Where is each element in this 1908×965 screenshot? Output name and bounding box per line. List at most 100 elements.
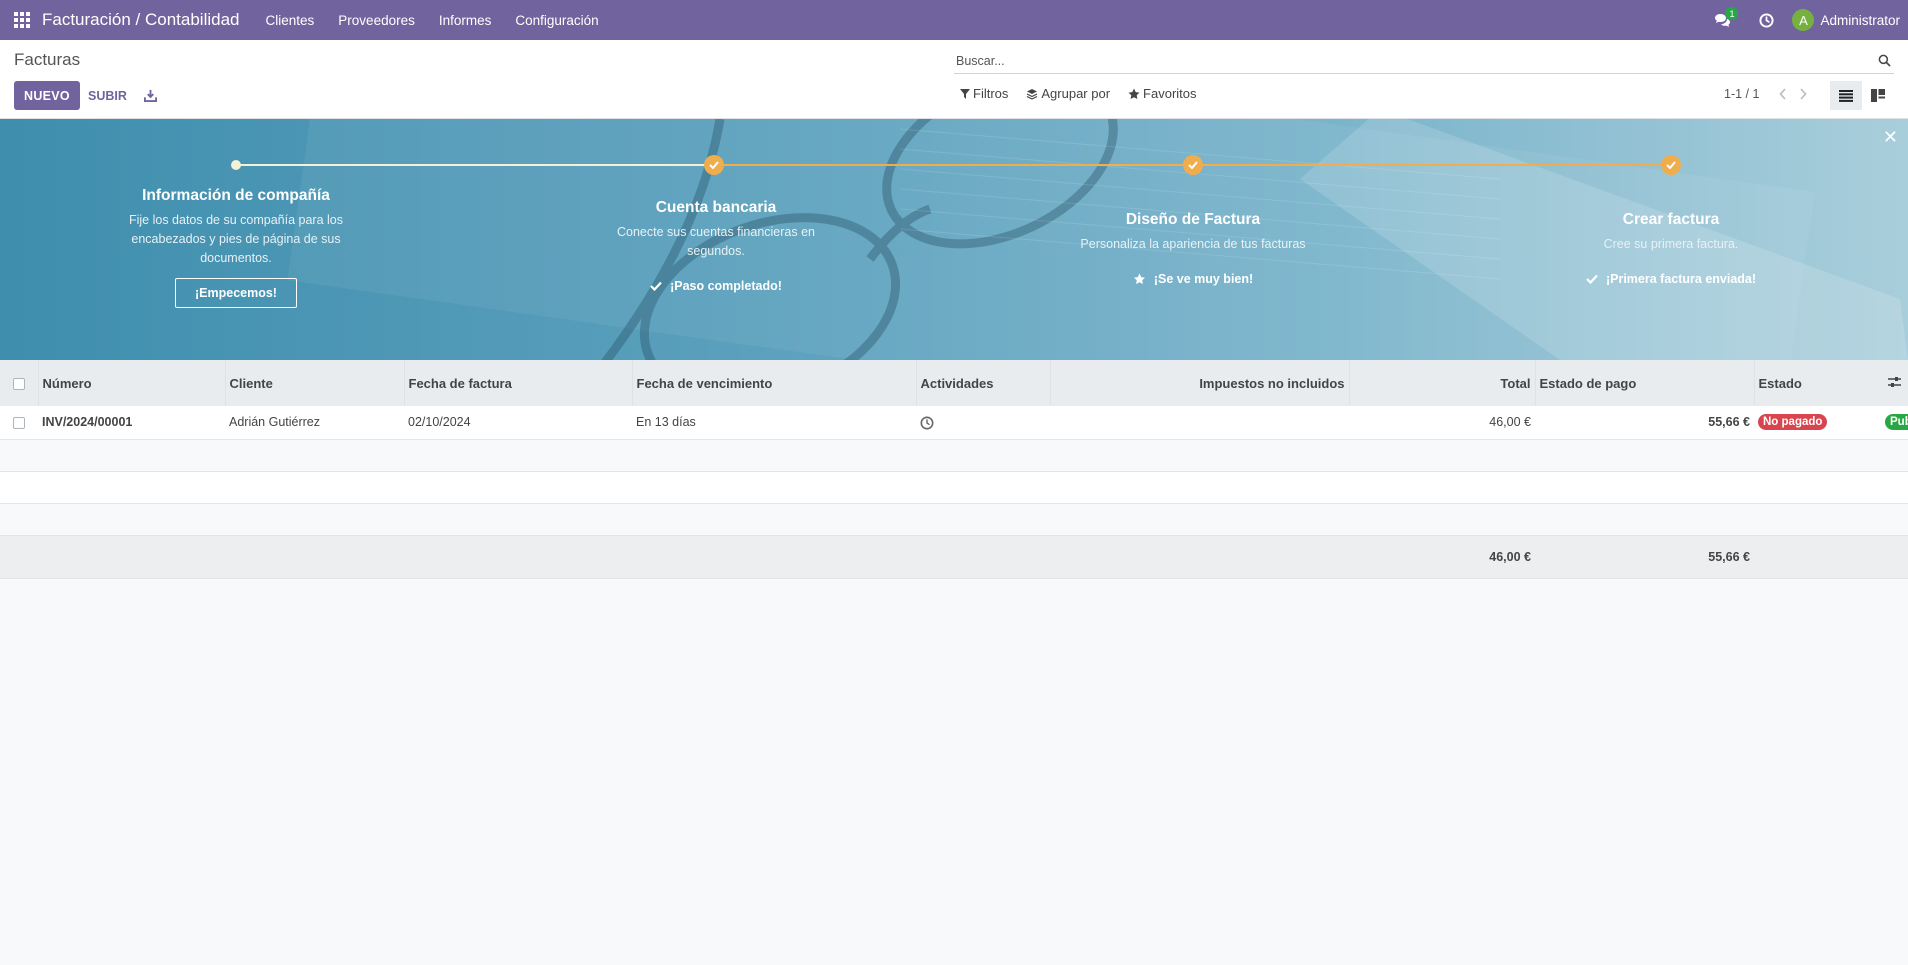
column-due-date[interactable]: Fecha de vencimiento xyxy=(632,360,917,406)
layers-icon xyxy=(1027,88,1038,100)
step-title[interactable]: Diseño de Factura xyxy=(1063,211,1323,229)
download-button[interactable] xyxy=(139,81,161,110)
select-all-checkbox[interactable] xyxy=(12,378,25,391)
empty-row xyxy=(0,439,1908,472)
chevron-left-icon xyxy=(1779,88,1787,100)
total-untaxed: 46,00 € xyxy=(1349,534,1535,579)
status-badge: Publicado xyxy=(1885,414,1908,431)
column-total[interactable]: Total xyxy=(1349,360,1536,406)
clock-icon xyxy=(1759,12,1774,28)
step-invoice-design: Diseño de Factura Personaliza la aparien… xyxy=(1063,211,1323,286)
step-description: Fije los datos de su compañía para los e… xyxy=(128,213,343,265)
page-title: Facturas xyxy=(14,50,81,69)
step-3-check-icon xyxy=(1183,155,1203,175)
step-bank-account: Cuenta bancaria Conecte sus cuentas fina… xyxy=(586,199,846,293)
kanban-icon xyxy=(1871,89,1885,102)
menu-proveedores[interactable]: Proveedores xyxy=(326,0,427,40)
filters-label: Filtros xyxy=(973,86,1009,101)
invoice-list: Número Cliente Fecha de factura Fecha de… xyxy=(0,360,1908,579)
control-panel: Facturas NUEVO SUBIR Filtros Agrupar por… xyxy=(0,40,1908,119)
totals-row: 46,00 € 55,66 € xyxy=(0,534,1908,579)
menu-clientes[interactable]: Clientes xyxy=(254,0,327,40)
column-client[interactable]: Cliente xyxy=(225,360,405,406)
cell-payment-state: No pagado xyxy=(1754,406,1881,440)
column-payment-state[interactable]: Estado de pago xyxy=(1535,360,1755,406)
groupby-label: Agrupar por xyxy=(1041,86,1111,101)
messages-button[interactable]: 1 xyxy=(1700,0,1744,40)
apps-menu-icon[interactable] xyxy=(0,0,44,40)
search-options: Filtros Agrupar por Favoritos xyxy=(960,86,1215,101)
step-status-label: ¡Primera factura enviada! xyxy=(1605,272,1757,286)
search-button[interactable] xyxy=(1874,51,1894,71)
cell-client: Adrián Gutiérrez xyxy=(225,406,404,440)
step-description: Cree su primera factura. xyxy=(1603,237,1739,251)
cell-number: INV/2024/00001 xyxy=(38,406,225,440)
step-4-check-icon xyxy=(1661,155,1681,175)
empty-row xyxy=(0,503,1908,536)
onboarding-banner: ✕ Información de compañía Fije los datos… xyxy=(0,119,1908,360)
download-icon xyxy=(143,89,157,102)
row-checkbox[interactable] xyxy=(13,416,25,429)
search-input[interactable] xyxy=(954,53,1874,68)
groupby-button[interactable]: Agrupar por xyxy=(1026,86,1110,101)
pager-value[interactable]: 1-1 / 1 xyxy=(1724,87,1759,101)
search-bar xyxy=(954,48,1894,74)
activities-button[interactable] xyxy=(1744,0,1788,40)
user-name: Administrator xyxy=(1820,12,1900,28)
cell-spacer xyxy=(1050,406,1349,440)
column-invoice-date[interactable]: Fecha de factura xyxy=(404,360,633,406)
star-icon xyxy=(1133,273,1145,284)
pager: 1-1 / 1 xyxy=(1724,87,1813,101)
upload-button[interactable]: SUBIR xyxy=(80,81,135,110)
cell-due-date: En 13 días xyxy=(632,406,916,440)
table-header: Número Cliente Fecha de factura Fecha de… xyxy=(0,360,1908,406)
step-title[interactable]: Cuenta bancaria xyxy=(586,199,846,217)
app-title[interactable]: Facturación / Contabilidad xyxy=(42,10,240,30)
favorites-button[interactable]: Favoritos xyxy=(1128,86,1197,101)
favorites-label: Favoritos xyxy=(1143,86,1197,101)
step-title[interactable]: Crear factura xyxy=(1541,211,1801,229)
step-1-dot xyxy=(231,160,241,170)
top-navbar: Facturación / Contabilidad Clientes Prov… xyxy=(0,0,1908,40)
total-amount: 55,66 € xyxy=(1535,534,1754,579)
pager-previous-button[interactable] xyxy=(1773,88,1793,100)
clock-icon[interactable] xyxy=(920,416,934,430)
kanban-view-button[interactable] xyxy=(1862,81,1894,110)
search-icon xyxy=(1878,54,1891,67)
avatar: A xyxy=(1792,9,1815,31)
column-number[interactable]: Número xyxy=(38,360,226,406)
filters-button[interactable]: Filtros xyxy=(960,86,1008,101)
lets-start-button[interactable]: ¡Empecemos! xyxy=(175,278,297,308)
filter-icon xyxy=(960,88,970,99)
cell-untaxed: 46,00 € xyxy=(1349,406,1535,440)
cell-activities xyxy=(916,406,1050,440)
menu-configuracion[interactable]: Configuración xyxy=(503,0,610,40)
menu-informes[interactable]: Informes xyxy=(427,0,504,40)
list-view-button[interactable] xyxy=(1830,81,1862,110)
check-icon xyxy=(1586,274,1598,284)
optional-columns-cell xyxy=(1881,360,1908,406)
list-icon xyxy=(1839,89,1853,102)
empty-row xyxy=(0,471,1908,504)
column-untaxed[interactable]: Impuestos no incluidos xyxy=(1050,360,1350,406)
column-activities[interactable]: Actividades xyxy=(916,360,1051,406)
step-create-invoice: Crear factura Cree su primera factura. ¡… xyxy=(1541,211,1801,286)
close-banner-icon[interactable]: ✕ xyxy=(1883,127,1898,148)
pager-next-button[interactable] xyxy=(1793,88,1813,100)
table-row[interactable]: INV/2024/00001 Adrián Gutiérrez 02/10/20… xyxy=(0,406,1908,440)
star-icon xyxy=(1128,88,1140,99)
step-status: ¡Se ve muy bien! xyxy=(1063,272,1323,286)
cell-state: Publicado xyxy=(1881,406,1908,440)
view-switcher xyxy=(1830,81,1894,110)
payment-status-badge: No pagado xyxy=(1758,414,1828,431)
column-state[interactable]: Estado xyxy=(1754,360,1881,406)
step-status-label: ¡Se ve muy bien! xyxy=(1153,272,1254,286)
step-status-label: ¡Paso completado! xyxy=(670,279,782,293)
step-2-check-icon xyxy=(704,155,724,175)
user-menu[interactable]: A Administrator xyxy=(1788,9,1908,31)
step-status: ¡Paso completado! xyxy=(586,279,846,293)
select-all-cell xyxy=(0,360,39,406)
invoice-table: Número Cliente Fecha de factura Fecha de… xyxy=(0,360,1908,579)
new-button[interactable]: NUEVO xyxy=(14,81,80,110)
sliders-icon[interactable] xyxy=(1888,376,1901,388)
